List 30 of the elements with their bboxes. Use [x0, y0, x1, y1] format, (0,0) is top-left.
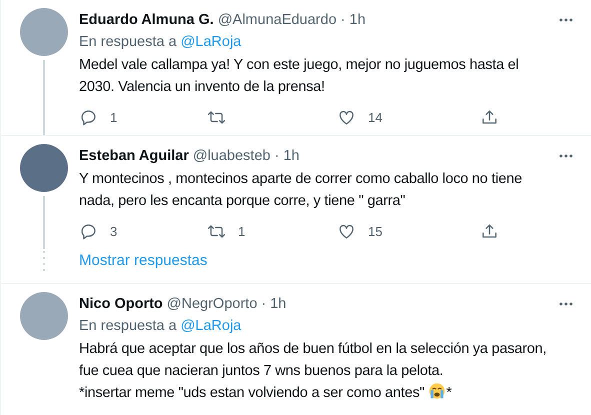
like-count: 15: [368, 224, 382, 238]
tweet-text: Y montecinos , montecinos aparte de correr como caballo loco no tiene nada, pero les encanta porque corre, y tiene " garra": [79, 170, 523, 211]
tweet-text: Habrá que aceptar que los años de buen fútbol en la selección ya pasaron, fue cuea que nacieran juntos 7 wns buenos para la pelota. *insertar meme "uds estan volviendo a ser como antes" *: [79, 340, 548, 403]
share-icon[interactable]: [480, 108, 499, 126]
author-name[interactable]: Nico Oporto: [79, 294, 163, 314]
avatar-photo[interactable]: [20, 144, 68, 192]
timestamp[interactable]: 1h: [283, 146, 300, 166]
author-handle[interactable]: @AlmunaEduardo: [218, 10, 337, 30]
reply-icon[interactable]: [79, 108, 98, 126]
reply-icon[interactable]: [79, 222, 98, 240]
reply-context: En respuesta a @LaRoja: [79, 317, 242, 336]
reply-count: 3: [110, 224, 118, 238]
dotted-thread-line: [43, 251, 45, 273]
author-handle[interactable]: @luabesteb: [192, 146, 270, 166]
crying-face-icon: [428, 382, 446, 400]
retweet-count: 1: [238, 224, 246, 238]
timestamp[interactable]: 1h: [349, 10, 366, 30]
timestamp[interactable]: 1h: [270, 294, 286, 314]
author-name[interactable]: Esteban Aguilar: [79, 146, 189, 166]
separator-dot: ·: [340, 11, 346, 30]
author-handle[interactable]: @NegrOporto: [166, 294, 258, 314]
tweet-text: Medel vale callampa ya! Y con este juego, mejor no juguemos hasta el 2030. Valencia un invento de la prensa!: [79, 56, 520, 97]
reply-context: En respuesta a @LaRoja: [79, 33, 242, 52]
separator-dot: ·: [274, 147, 280, 166]
reply-count: 1: [110, 110, 118, 124]
thread-line: [43, 196, 45, 249]
share-icon[interactable]: [480, 222, 499, 240]
like-count: 14: [368, 110, 382, 124]
author-name[interactable]: Eduardo Almuna G.: [79, 10, 214, 30]
separator-dot: ·: [261, 295, 266, 314]
